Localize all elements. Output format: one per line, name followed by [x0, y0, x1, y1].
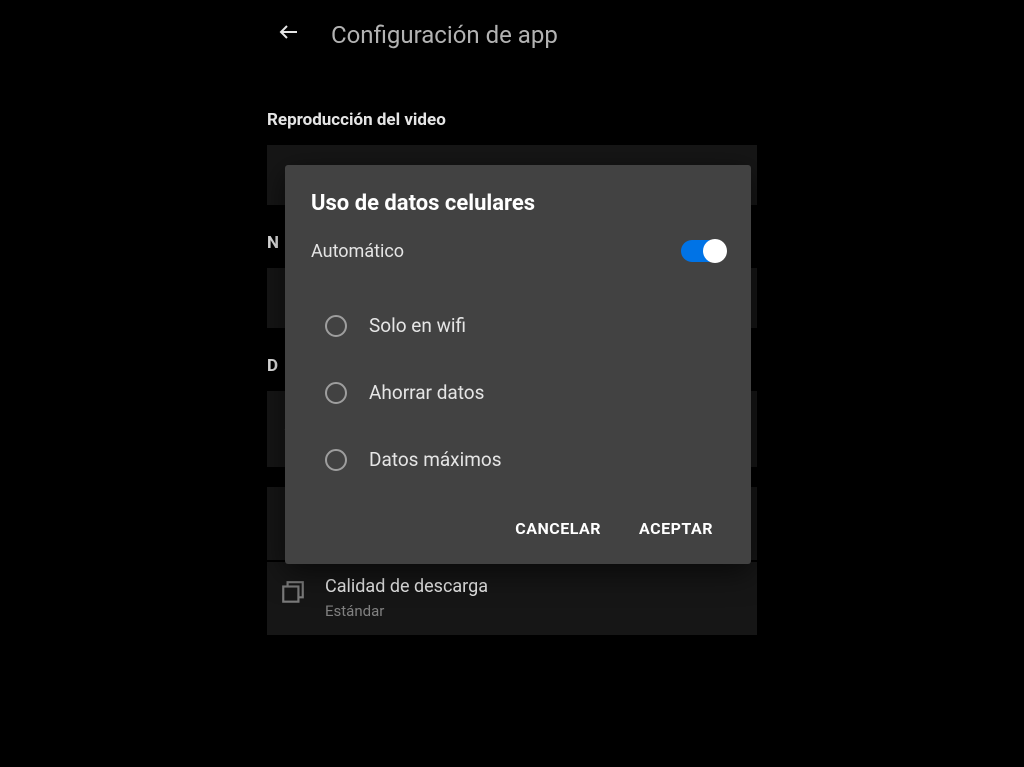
- accept-button[interactable]: ACEPTAR: [635, 511, 717, 546]
- radio-icon: [325, 449, 347, 471]
- header: Configuración de app: [267, 0, 757, 70]
- dialog-title: Uso de datos celulares: [311, 191, 725, 216]
- auto-toggle[interactable]: [681, 240, 725, 262]
- radio-icon: [325, 315, 347, 337]
- radio-option-wifi[interactable]: Solo en wifi: [311, 292, 725, 359]
- quality-icon: [279, 580, 307, 606]
- dialog-actions: CANCELAR ACEPTAR: [311, 511, 725, 546]
- section-video-playback: Reproducción del video: [267, 110, 757, 130]
- radio-label-max: Datos máximos: [369, 448, 502, 471]
- radio-option-max[interactable]: Datos máximos: [311, 426, 725, 493]
- cancel-button[interactable]: CANCELAR: [511, 511, 605, 546]
- download-quality-sub: Estándar: [325, 601, 745, 621]
- radio-label-wifi: Solo en wifi: [369, 314, 466, 337]
- cellular-data-dialog: Uso de datos celulares Automático Solo e…: [285, 165, 751, 564]
- back-arrow-icon[interactable]: [277, 20, 301, 50]
- dialog-auto-label: Automático: [311, 241, 404, 262]
- settings-row-download-quality[interactable]: Calidad de descarga Estándar: [267, 562, 757, 635]
- radio-label-save: Ahorrar datos: [369, 381, 484, 404]
- download-quality-title: Calidad de descarga: [325, 576, 745, 597]
- page-title: Configuración de app: [331, 21, 558, 49]
- radio-icon: [325, 382, 347, 404]
- radio-option-save[interactable]: Ahorrar datos: [311, 359, 725, 426]
- dialog-auto-row[interactable]: Automático: [311, 240, 725, 262]
